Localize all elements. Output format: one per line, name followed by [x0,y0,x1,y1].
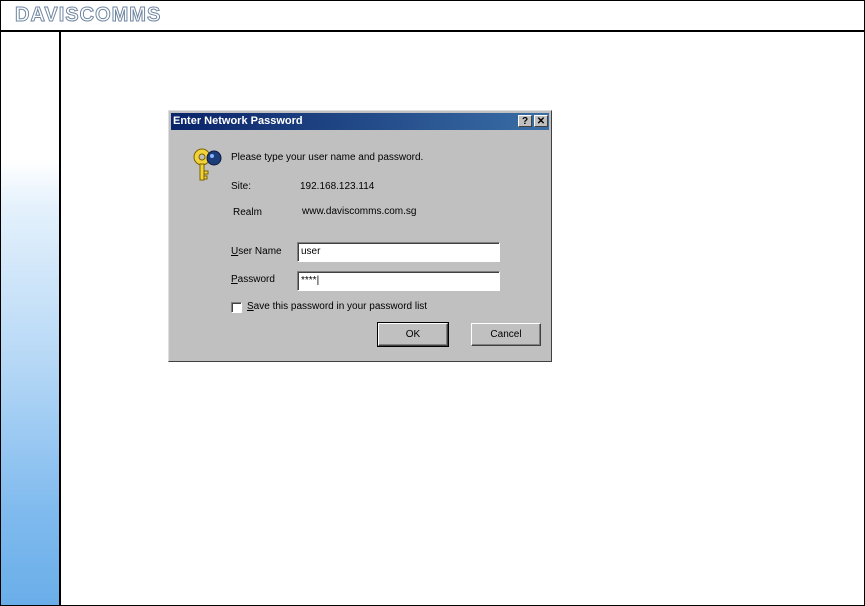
save-password-checkbox[interactable] [231,302,242,313]
dialog-title: Enter Network Password [173,115,303,127]
help-button[interactable]: ? [518,115,532,127]
password-label: Password [231,274,275,285]
username-label: User Name [231,246,282,257]
username-label-text: ser Name [238,246,282,257]
password-field[interactable]: ****| [297,271,500,291]
password-label-accesskey: P [231,274,238,285]
sidebar-gradient [1,32,61,605]
close-button[interactable]: ✕ [534,115,548,127]
site-value: 192.168.123.114 [300,181,375,192]
key-icon [193,148,222,181]
prompt-text: Please type your user name and password. [231,152,424,163]
dialog-title-bar[interactable]: Enter Network Password ? ✕ [171,113,549,130]
username-field[interactable]: user [297,242,500,262]
network-password-dialog: Enter Network Password ? ✕ Please type y… [168,110,552,362]
header-bar: DAVISCOMMS [1,1,864,32]
site-label: Site: [231,181,252,192]
save-password-accesskey: S [247,301,254,312]
brand-logo: DAVISCOMMS [14,4,162,27]
save-password-label[interactable]: Save this password in your password list [247,301,427,312]
realm-value: www.daviscomms.com.sg [302,206,417,217]
cancel-button[interactable]: Cancel [471,323,541,346]
realm-label: Realm [233,207,262,218]
ok-button[interactable]: OK [377,322,449,347]
password-label-text: assword [237,274,275,285]
save-password-text: ave this password in your password list [253,301,428,312]
